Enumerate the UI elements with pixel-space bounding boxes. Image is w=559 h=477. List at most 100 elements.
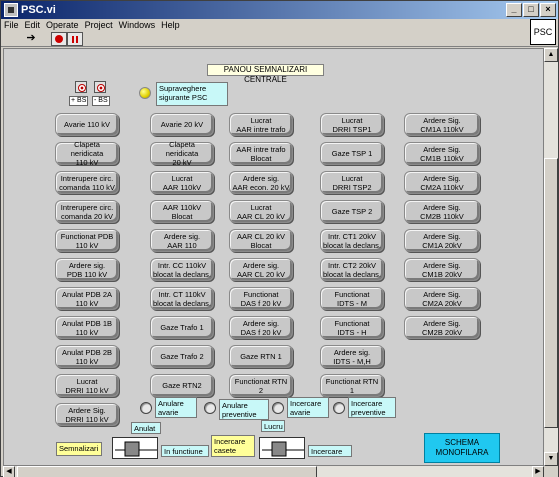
signal-button-col2-10[interactable]: Gaze RTN2 — [150, 374, 214, 397]
signal-button-col3-8[interactable]: Ardere sig. DAS f 20 kV — [229, 316, 293, 339]
close-button[interactable]: × — [540, 3, 556, 17]
incercare-casete-label: Incercare casete — [211, 435, 255, 457]
pause-button[interactable] — [67, 32, 83, 46]
menu-operate[interactable]: Operate — [43, 19, 82, 31]
signal-button-col1-10[interactable]: Lucrat DRRI 110 kV — [55, 374, 119, 397]
vertical-scroll-thumb[interactable] — [544, 158, 558, 428]
minus-bs-button[interactable] — [94, 81, 106, 93]
front-panel: PANOU SEMNALIZARI CENTRALE + BS - BS Sup… — [3, 48, 544, 466]
signal-button-col4-10[interactable]: Functionat RTN 1 — [320, 374, 384, 397]
signal-button-col1-9[interactable]: Anulat PDB 2B 110 kV — [55, 345, 119, 368]
signal-button-col1-8[interactable]: Anulat PDB 1B 110 kV — [55, 316, 119, 339]
scroll-down-icon[interactable]: ▼ — [544, 452, 558, 466]
vi-icon: PSC — [530, 19, 556, 45]
anulare-preventive-label: Anulare preventive — [219, 399, 269, 420]
signal-button-col3-5[interactable]: AAR CL 20 kV Blocat — [229, 229, 293, 252]
signal-button-col3-4[interactable]: Lucrat AAR CL 20 kV — [229, 200, 293, 223]
signal-button-col2-1[interactable]: Avarie 20 kV — [150, 113, 214, 136]
signal-button-col1-5[interactable]: Functionat PDB 110 kV — [55, 229, 119, 252]
scroll-up-icon[interactable]: ▲ — [544, 48, 558, 62]
horizontal-scrollbar[interactable]: ◀ ▶ — [3, 466, 544, 477]
signal-button-col2-8[interactable]: Gaze Trafo 1 — [150, 316, 214, 339]
signal-button-col4-4[interactable]: Gaze TSP 2 — [320, 200, 384, 223]
signal-button-col4-9[interactable]: Ardere sig. IDTS - M,H — [320, 345, 384, 368]
signal-button-col5-3[interactable]: Ardere Sig. CM2A 110kV — [404, 171, 480, 194]
window-title: PSC.vi — [21, 4, 56, 16]
title-bar: PSC.vi _ □ × — [1, 1, 558, 19]
scroll-right-icon[interactable]: ▶ — [532, 466, 544, 477]
schema-monofilara-button[interactable]: SCHEMA MONOFILARA — [424, 433, 500, 463]
signal-button-col2-2[interactable]: Clapeta neridicata 20 kV — [150, 140, 214, 167]
signal-button-col1-6[interactable]: Ardere sig. PDB 110 kV — [55, 258, 119, 281]
menu-file[interactable]: File — [1, 19, 22, 31]
signal-button-col1-3[interactable]: Intrerupere circ. comanda 110 kV — [55, 171, 119, 194]
signal-button-col5-8[interactable]: Ardere Sig. CM2B 20kV — [404, 316, 480, 339]
signal-button-col3-10[interactable]: Functionat RTN 2 — [229, 374, 293, 397]
signal-button-col3-7[interactable]: Functionat DAS f 20 kV — [229, 287, 293, 310]
signal-button-col1-11[interactable]: Ardere Sig. DRRI 110 kV — [55, 403, 119, 426]
plus-bs-label: + BS — [69, 96, 89, 106]
signal-button-col3-1[interactable]: Lucrat AAR intre trafo — [229, 113, 293, 136]
toolbar: ➔ — [1, 31, 558, 47]
incercare-preventive-radio[interactable] — [333, 402, 345, 414]
menu-windows[interactable]: Windows — [116, 19, 159, 31]
signal-button-col2-5[interactable]: Ardere sig. AAR 110 — [150, 229, 214, 252]
semnalizari-label: Semnalizari — [56, 442, 102, 456]
in-functiune-label: In functiune — [161, 445, 209, 457]
switch-icon — [262, 441, 304, 457]
signal-button-col4-5[interactable]: Intr. CT1 20kV blocat la declans. — [320, 229, 384, 252]
signal-button-col4-1[interactable]: Lucrat DRRI TSP1 — [320, 113, 384, 136]
signal-button-col3-3[interactable]: Ardere sig. AAR econ. 20 kV — [229, 171, 293, 194]
signal-button-col5-4[interactable]: Ardere Sig. CM2B 110kV — [404, 200, 480, 223]
incercare-avarie-radio[interactable] — [272, 402, 284, 414]
horizontal-scroll-thumb[interactable] — [17, 466, 317, 477]
plus-bs-button[interactable] — [75, 81, 87, 93]
signal-button-col2-4[interactable]: AAR 110kV Blocat — [150, 200, 214, 223]
menu-edit[interactable]: Edit — [22, 19, 44, 31]
signal-button-col2-3[interactable]: Lucrat AAR 110kV — [150, 171, 214, 194]
scroll-left-icon[interactable]: ◀ — [3, 466, 15, 477]
signal-button-col4-7[interactable]: Functionat IDTS - M — [320, 287, 384, 310]
signal-button-col2-7[interactable]: Intr. CT 110kV blocat la declans. — [150, 287, 214, 310]
minimize-button[interactable]: _ — [506, 3, 522, 17]
vertical-scrollbar[interactable]: ▲ ▼ — [544, 48, 558, 466]
signal-button-col4-6[interactable]: Intr. CT2 20kV blocat la declans. — [320, 258, 384, 281]
signal-button-col4-8[interactable]: Functionat IDTS - H — [320, 316, 384, 339]
signal-button-col4-3[interactable]: Lucrat DRRI TSP2 — [320, 171, 384, 194]
casete-switch[interactable] — [259, 437, 305, 459]
minus-bs-label: - BS — [92, 96, 110, 106]
signal-button-col5-7[interactable]: Ardere Sig. CM2A 20kV — [404, 287, 480, 310]
incercare-avarie-label: Incercare avarie — [287, 397, 329, 418]
maximize-button[interactable]: □ — [523, 3, 539, 17]
signal-button-col3-6[interactable]: Ardere sig. AAR CL 20 kV — [229, 258, 293, 281]
signal-button-col1-7[interactable]: Anulat PDB 2A 110 kV — [55, 287, 119, 310]
run-arrow-icon[interactable]: ➔ — [23, 32, 39, 46]
supraveghere-led — [139, 87, 151, 99]
labview-window: PSC.vi _ □ × File Edit Operate Project Windo… — [0, 0, 559, 477]
signal-button-col1-4[interactable]: Intrerupere circ. comanda 20 kV — [55, 200, 119, 223]
incercare-preventive-label: Incercare preventive — [348, 397, 396, 418]
signal-button-col5-5[interactable]: Ardere Sig. CM1A 20kV — [404, 229, 480, 252]
semnalizari-switch[interactable] — [112, 437, 158, 459]
resize-grip[interactable] — [544, 466, 558, 477]
menu-bar: File Edit Operate Project Windows Help — [1, 19, 558, 31]
signal-button-col5-1[interactable]: Ardere Sig. CM1A 110kV — [404, 113, 480, 136]
signal-button-col2-9[interactable]: Gaze Trafo 2 — [150, 345, 214, 368]
signal-button-col3-9[interactable]: Gaze RTN 1 — [229, 345, 293, 368]
signal-button-col5-2[interactable]: Ardere Sig. CM1B 110kV — [404, 142, 480, 165]
menu-project[interactable]: Project — [82, 19, 116, 31]
signal-button-col2-6[interactable]: Intr. CC 110kV blocat la declans. — [150, 258, 214, 281]
signal-button-col3-2[interactable]: AAR intre trafo Blocat — [229, 142, 293, 165]
anulare-avarie-radio[interactable] — [140, 402, 152, 414]
panel-title: PANOU SEMNALIZARI CENTRALE — [207, 64, 324, 84]
app-icon — [4, 3, 18, 17]
anulare-preventive-radio[interactable] — [204, 402, 216, 414]
signal-button-col1-2[interactable]: Clapeta neridicata 110 kV — [55, 140, 119, 167]
supraveghere-label: Supraveghere sigurante PSC — [156, 82, 228, 106]
incercare-label: Incercare — [308, 445, 352, 457]
abort-button[interactable] — [51, 32, 67, 46]
signal-button-col1-1[interactable]: Avarie 110 kV — [55, 113, 119, 136]
signal-button-col4-2[interactable]: Gaze TSP 1 — [320, 142, 384, 165]
menu-help[interactable]: Help — [158, 19, 183, 31]
signal-button-col5-6[interactable]: Ardere Sig. CM1B 20kV — [404, 258, 480, 281]
